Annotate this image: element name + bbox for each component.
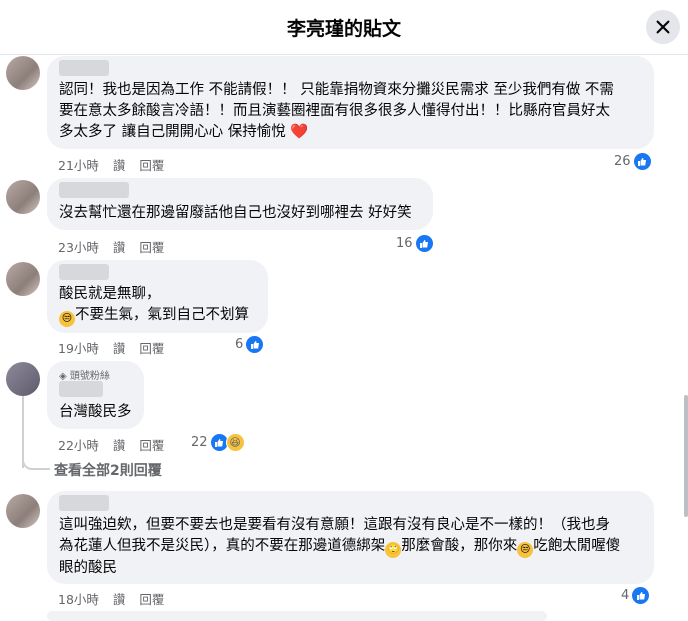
page-title: 李亮瑾的貼文 (286, 18, 401, 40)
like-icon (210, 434, 228, 451)
commenter-name[interactable] (59, 60, 109, 76)
comment-bubble: 這叫強迫欸，但要不要去也是要看有沒有意願！這跟有沒有良心是不一樣的！（我也身 為… (47, 491, 654, 584)
comment-bubble: ◈ 頭號粉絲 台灣酸民多 (47, 361, 144, 429)
header: 李亮瑾的貼文 (0, 0, 688, 55)
comment-bubble: 酸民就是無聊， 😒 不要生氣，氣到自己不划算 (47, 260, 268, 333)
like-button[interactable]: 讚 (113, 158, 126, 173)
comment-meta: 21小時讚回覆 (58, 155, 178, 174)
like-button[interactable]: 讚 (113, 438, 126, 453)
reaction-count[interactable]: 4 (621, 587, 650, 604)
thread-connector (22, 452, 50, 470)
avatar[interactable] (6, 180, 40, 214)
view-replies-link[interactable]: 查看全部2則回覆 (54, 460, 162, 480)
unamused-emoji: 😒 (517, 542, 534, 558)
reaction-count[interactable]: 6 (235, 336, 264, 353)
like-button[interactable]: 讚 (113, 240, 126, 255)
commenter-name[interactable] (59, 495, 109, 511)
top-fan-badge: ◈ 頭號粉絲 (59, 371, 110, 382)
avatar[interactable] (6, 262, 40, 296)
comment-meta: 19小時讚回覆 (58, 338, 178, 357)
comment-bubble (47, 611, 547, 621)
reply-button[interactable]: 回覆 (139, 341, 164, 356)
comment-bubble: 認同！我也是因為工作 不能請假！！ 只能靠捐物資來分攤災民需求 至少我們有做 不… (47, 56, 654, 149)
comment-text: 酸民就是無聊， 😒 不要生氣，氣到自己不划算 (59, 284, 258, 327)
timestamp[interactable]: 19小時 (58, 341, 99, 356)
comment-text: 沒去幫忙還在那邊留廢話他自己也沒好到哪裡去 好好笑 (59, 205, 412, 221)
haha-icon: 😆 (225, 433, 245, 452)
timestamp[interactable]: 21小時 (58, 158, 99, 173)
commenter-name[interactable] (59, 182, 129, 198)
commenter-name[interactable] (59, 264, 109, 280)
comment-text: 這叫強迫欸，但要不要去也是要看有沒有意願！這跟有沒有良心是不一樣的！（我也身 為… (59, 517, 621, 576)
avatar[interactable] (6, 494, 40, 528)
like-icon (246, 336, 264, 353)
reaction-count[interactable]: 22 😆 (191, 433, 245, 452)
reaction-count[interactable]: 16 (396, 235, 433, 252)
like-button[interactable]: 讚 (113, 592, 126, 607)
comment-meta: 23小時讚回覆 (58, 237, 178, 256)
heart-emoji: ❤️ (290, 124, 309, 140)
avatar[interactable] (6, 362, 40, 396)
unamused-emoji: 😒 (59, 311, 75, 327)
comment-text: 認同！我也是因為工作 不能請假！！ 只能靠捐物資來分攤災民需求 至少我們有做 不… (59, 82, 614, 140)
like-button[interactable]: 讚 (113, 341, 126, 356)
reply-button[interactable]: 回覆 (139, 158, 164, 173)
reply-button[interactable]: 回覆 (139, 240, 164, 255)
like-icon (415, 235, 433, 252)
timestamp[interactable]: 22小時 (58, 438, 99, 453)
timestamp[interactable]: 18小時 (58, 592, 99, 607)
like-icon (633, 153, 651, 170)
comment-bubble: 沒去幫忙還在那邊留廢話他自己也沒好到哪裡去 好好笑 (47, 178, 433, 230)
reply-button[interactable]: 回覆 (139, 592, 164, 607)
comment-meta: 22小時讚回覆 (58, 435, 178, 454)
like-icon (632, 587, 650, 604)
reply-button[interactable]: 回覆 (139, 438, 164, 453)
close-icon (656, 20, 670, 34)
timestamp[interactable]: 23小時 (58, 240, 99, 255)
comment-meta: 18小時讚回覆 (58, 589, 178, 608)
avatar[interactable] (6, 56, 40, 90)
scrollbar[interactable] (684, 395, 688, 517)
comment-text: 台灣酸民多 (59, 404, 132, 420)
close-button[interactable] (646, 10, 680, 44)
commenter-name[interactable] (59, 381, 103, 397)
rolling-eyes-emoji: 🙄 (385, 542, 402, 558)
reaction-count[interactable]: 26 (614, 153, 651, 170)
